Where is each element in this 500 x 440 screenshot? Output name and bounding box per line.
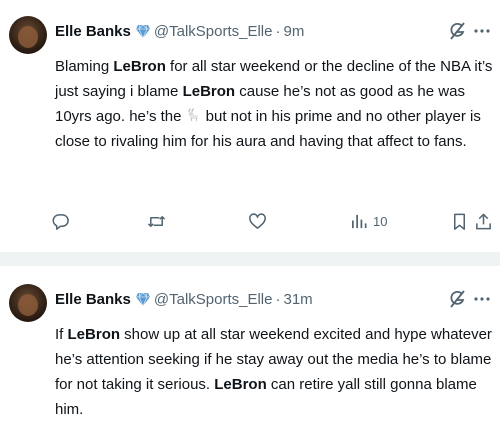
separator-dot: · (275, 290, 281, 308)
bookmark-icon (453, 213, 466, 230)
like-button[interactable] (248, 210, 271, 232)
tweet-divider (0, 252, 500, 266)
tweet-text: Blaming LeBron for all star weekend or t… (55, 58, 493, 150)
avatar[interactable] (9, 284, 47, 322)
timestamp[interactable]: 31m (283, 291, 312, 308)
more-icon[interactable] (473, 22, 491, 40)
timestamp[interactable]: 9m (283, 23, 304, 40)
author-handle[interactable]: @TalkSports_Elle (154, 23, 273, 40)
mention-lebron: LeBron (182, 83, 236, 100)
views-icon (351, 214, 367, 228)
author-name[interactable]: Elle Banks (55, 23, 131, 40)
tweet[interactable]: Elle Banks @TalkSports_Elle · 9m Blaming… (0, 0, 500, 252)
share-icon (476, 213, 491, 229)
author-name[interactable]: Elle Banks (55, 291, 131, 308)
goat-emoji (188, 108, 198, 121)
verified-badge-icon (135, 24, 150, 39)
tweet-header: Elle Banks @TalkSports_Elle · 9m (55, 20, 304, 42)
grok-icon[interactable] (448, 22, 466, 40)
verified-badge-icon (135, 292, 150, 307)
tweet-text: If LeBron show up at all star weekend ex… (55, 326, 492, 418)
mention-lebron: LeBron (214, 376, 267, 393)
tweet[interactable]: Elle Banks @TalkSports_Elle · 31m If LeB… (0, 266, 500, 440)
author-handle[interactable]: @TalkSports_Elle (154, 291, 273, 308)
mention-lebron: LeBron (67, 326, 121, 343)
avatar[interactable] (9, 16, 47, 54)
retweet-button[interactable] (147, 210, 170, 232)
views-count: 10 (373, 213, 388, 229)
share-button[interactable] (474, 210, 493, 232)
separator-dot: · (275, 22, 281, 40)
like-icon (249, 212, 266, 229)
tweet-header: Elle Banks @TalkSports_Elle · 31m (55, 288, 313, 310)
action-bar: 10 (45, 210, 495, 232)
bookmark-button[interactable] (450, 210, 469, 232)
retweet-icon (147, 215, 166, 227)
reply-icon (52, 213, 69, 230)
grok-icon[interactable] (448, 290, 466, 308)
mention-lebron: LeBron (113, 58, 166, 75)
views-button[interactable]: 10 (350, 210, 387, 232)
more-icon[interactable] (473, 290, 491, 308)
reply-button[interactable] (51, 210, 74, 232)
